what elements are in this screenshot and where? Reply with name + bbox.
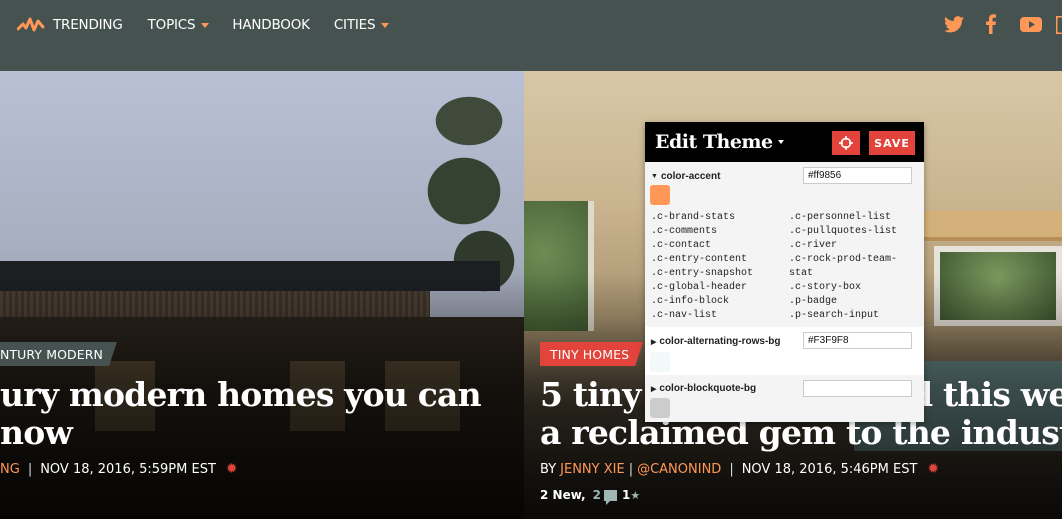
class-name: .c-entry-snapshot [651, 268, 754, 279]
class-name: .c-personnel-list [789, 212, 892, 223]
comment-count[interactable]: 2 [593, 488, 601, 502]
class-name: .c-nav-list [651, 310, 718, 321]
nav-item-trending[interactable]: Trending [53, 15, 123, 35]
color-value-input[interactable] [803, 332, 912, 349]
nav-item-topics[interactable]: Topics [148, 15, 210, 35]
chevron-down-icon [381, 22, 390, 28]
twitter-icon[interactable] [944, 16, 964, 38]
edit-theme-dropdown[interactable]: Edit Theme [655, 131, 784, 153]
theme-variable-color-alternating-rows-bg: ▶ color-alternating-rows-bg [645, 327, 924, 375]
author-link[interactable]: ng [0, 462, 20, 477]
recommend-count[interactable]: 1 [622, 488, 630, 502]
facebook-icon[interactable] [986, 14, 996, 38]
headline-text: d this we [910, 375, 1062, 414]
class-name: .p-badge [789, 296, 838, 307]
star-icon: ★ [630, 488, 641, 502]
instagram-icon[interactable] [1054, 14, 1062, 38]
divider: | [729, 461, 734, 477]
author-link[interactable]: Jenny Xie [560, 462, 625, 477]
save-button[interactable]: SAVE [869, 131, 915, 155]
byline-prefix: By [540, 461, 557, 477]
variable-toggle[interactable]: ▶ color-blockquote-bg [651, 383, 756, 394]
class-name: .c-story-box [789, 282, 862, 293]
chevron-down-icon [201, 22, 210, 28]
gear-icon[interactable]: ✹ [927, 461, 939, 477]
nav-item-label: Trending [53, 17, 123, 33]
headline-line: now [0, 413, 73, 452]
variable-toggle[interactable]: ▼ color-accent [651, 171, 720, 182]
class-name: .c-entry-content [651, 254, 748, 265]
nav-item-handbook[interactable]: Handbook [232, 15, 310, 35]
class-name: .c-comments [651, 226, 718, 237]
story-card-midcentury[interactable]: ntury modern ury modern homes you can no… [0, 71, 524, 519]
class-name: .c-info-block [651, 296, 730, 307]
class-name: .c-pullquotes-list [789, 226, 898, 237]
headline-text: 5 tiny [540, 375, 641, 414]
theme-variable-color-blockquote-bg: ▶ color-blockquote-bg [645, 375, 924, 422]
crosshair-icon [839, 136, 853, 150]
class-name: .c-rock-prod-team- [789, 254, 898, 265]
story-headline[interactable]: ury modern homes you can now [0, 375, 482, 452]
color-swatch[interactable] [650, 398, 670, 418]
class-name: .p-search-input [789, 310, 880, 321]
story-date: Nov 18, 2016, 5:59pm EST [40, 461, 216, 477]
gear-icon[interactable]: ✹ [226, 461, 238, 477]
variable-name: color-blockquote-bg [659, 383, 757, 394]
story-byline: ng | Nov 18, 2016, 5:59pm EST ✹ [0, 461, 238, 477]
comment-bubble-icon [603, 489, 617, 505]
youtube-icon[interactable] [1020, 17, 1042, 38]
color-value-input[interactable] [803, 167, 912, 184]
story-date: Nov 18, 2016, 5:46pm EST [741, 461, 918, 477]
social-links [944, 14, 1062, 38]
theme-variable-color-accent: ▼ color-accent .c-brand-stats .c-comment… [645, 162, 924, 327]
color-value-input[interactable] [803, 380, 912, 397]
caret-down-icon: ▼ [651, 173, 658, 180]
new-comments-count[interactable]: 2 New, [540, 488, 586, 502]
class-name: .c-contact [651, 240, 712, 251]
nav-item-label: Topics [147, 17, 196, 33]
nav-item-cities[interactable]: Cities [334, 15, 390, 35]
edit-theme-panel: Edit Theme SAVE ▼ color-accent .c-brand-… [645, 122, 924, 422]
color-swatch[interactable] [650, 352, 670, 372]
story-byline: By Jenny Xie | @CanonInd | Nov 18, 2016,… [540, 461, 939, 477]
global-header: Trending Topics Handbook Cities [0, 0, 1062, 71]
divider: | [27, 461, 33, 477]
color-swatch[interactable] [650, 185, 670, 205]
caret-right-icon: ▶ [651, 385, 657, 393]
class-name: .c-brand-stats [651, 212, 736, 223]
story-meta: 2 New, 2 1 ★ [540, 488, 641, 505]
panel-header: Edit Theme SAVE [645, 122, 924, 162]
variable-name: color-alternating-rows-bg [659, 336, 781, 347]
element-picker-button[interactable] [832, 131, 860, 155]
divider: | [628, 461, 634, 477]
nav-item-label: Handbook [232, 17, 310, 33]
class-name: .c-river [789, 240, 838, 251]
chevron-down-icon [777, 140, 784, 144]
main-nav: Trending Topics Handbook Cities [53, 15, 390, 35]
headline-line: ury modern homes you can [0, 375, 482, 414]
class-name: .c-global-header [651, 282, 748, 293]
variable-toggle[interactable]: ▶ color-alternating-rows-bg [651, 336, 781, 347]
category-tag[interactable]: ntury modern [0, 342, 117, 366]
nav-item-label: Cities [333, 17, 376, 33]
trending-logo-icon[interactable] [17, 15, 45, 35]
affected-classes-list: .c-brand-stats .c-comments .c-contact .c… [651, 211, 919, 323]
panel-title: Edit Theme [655, 131, 773, 153]
variable-name: color-accent [660, 171, 721, 182]
class-name: stat [789, 268, 814, 279]
category-tag[interactable]: Tiny Homes [540, 342, 643, 366]
twitter-handle-link[interactable]: @CanonInd [637, 462, 721, 477]
caret-right-icon: ▶ [651, 338, 657, 346]
